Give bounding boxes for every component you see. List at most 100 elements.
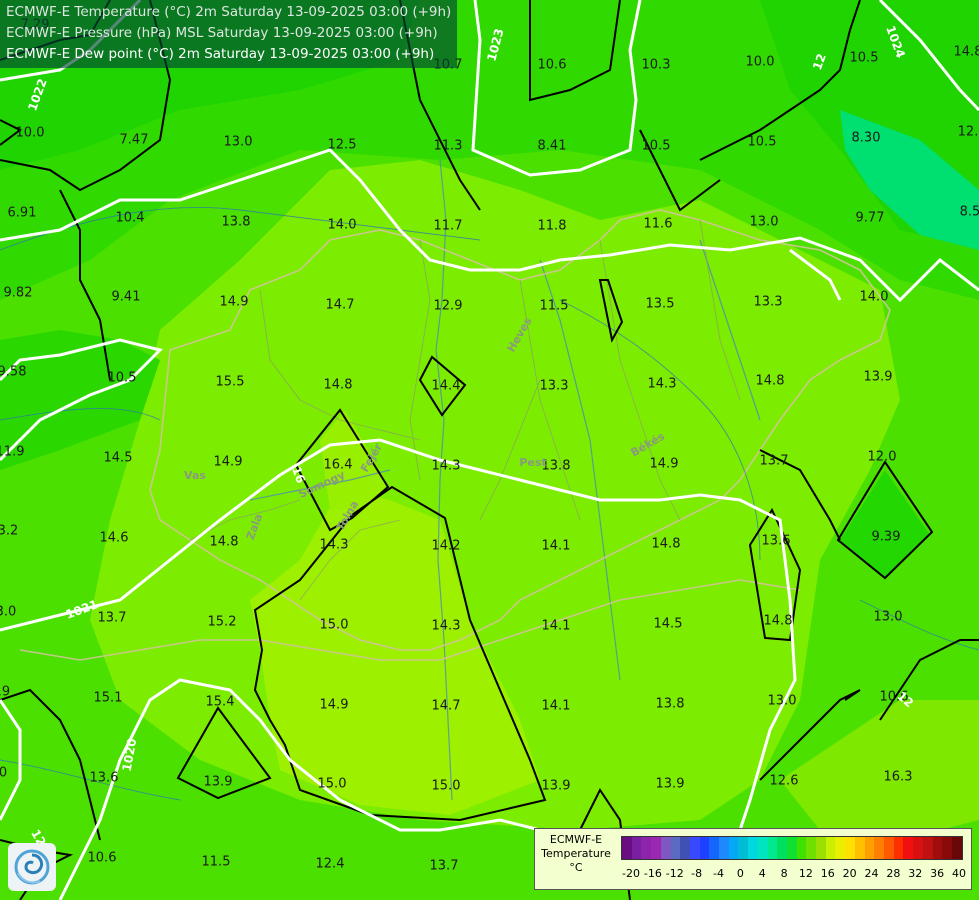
- temperature-value: 13.9: [204, 775, 233, 790]
- temperature-value: 8.30: [852, 131, 881, 146]
- temperature-value: 16.3: [884, 770, 913, 785]
- colorbar-tick-label: 40: [952, 867, 966, 880]
- map-canvas[interactable]: 7.2910.710.610.310.010.514.87.4713.012.5…: [0, 0, 979, 900]
- weather-map-view: 7.2910.710.610.310.010.514.87.4713.012.5…: [0, 0, 979, 900]
- temperature-value: 9.58: [0, 365, 26, 380]
- colorbar-tick-label: 16: [820, 867, 835, 880]
- colorbar-swatch: [806, 837, 817, 859]
- colorbar-swatch: [854, 837, 865, 859]
- temperature-value: 3.2: [0, 524, 18, 539]
- temperature-value: 11.5: [202, 855, 231, 870]
- temperature-value: 14.7: [326, 298, 355, 313]
- colorbar-swatch: [651, 837, 661, 859]
- temperature-value: 14.9: [214, 455, 243, 470]
- county-name: Pest: [519, 456, 546, 469]
- temperature-value: 14.5: [654, 617, 683, 632]
- temperature-value: 15.2: [208, 615, 237, 630]
- colorbar-swatch: [835, 837, 846, 859]
- temperature-value: 14.8: [954, 45, 979, 60]
- colorbar-swatch: [893, 837, 904, 859]
- colorbar-swatch: [913, 837, 923, 859]
- legend-pressure[interactable]: ECMWF-E Pressure (hPa) MSL Saturday 13-0…: [6, 23, 451, 44]
- temperature-value: 0: [0, 766, 7, 781]
- colorbar-swatch: [777, 837, 787, 859]
- temperature-value: 12.6: [770, 774, 799, 789]
- colorbar-swatch: [699, 837, 710, 859]
- temperature-value: 14.8: [756, 374, 785, 389]
- temperature-value: 15.4: [206, 695, 235, 710]
- temperature-value: 9.82: [4, 286, 33, 301]
- temperature-value: 8.41: [538, 139, 567, 154]
- temperature-value: 11.8: [538, 219, 567, 234]
- colorbar-tick-label: 20: [842, 867, 857, 880]
- temperature-value: 13.7: [98, 611, 127, 626]
- temperature-value: 13.7: [430, 859, 459, 874]
- colorbar-swatch: [786, 837, 797, 859]
- temperature-value: 14.3: [432, 619, 461, 634]
- colorbar-swatch: [709, 837, 720, 859]
- colorbar-swatch: [816, 837, 826, 859]
- colorbar-title-variable: Temperature: [541, 847, 611, 860]
- colorbar-tick-label: 4: [758, 867, 766, 880]
- colorbar-swatch: [738, 837, 749, 859]
- colorbar-swatch: [670, 837, 681, 859]
- temperature-value: 14.8: [324, 378, 353, 393]
- temperature-value: 12.5: [328, 138, 357, 153]
- temperature-value: 14.0: [860, 290, 889, 305]
- colorbar-swatch: [903, 837, 914, 859]
- temperature-value: 11.7: [434, 219, 463, 234]
- temperature-value: 10.0: [16, 126, 45, 141]
- temperature-value: 12.4: [316, 857, 345, 872]
- temperature-colorbar: ECMWF-E Temperature °C -20 -16 -12 -8 -4 0 4 8 1…: [534, 828, 972, 890]
- temperature-value: 13.3: [754, 295, 783, 310]
- colorbar-swatch: [825, 837, 836, 859]
- colorbar-tick-label: 36: [930, 867, 945, 880]
- temperature-value: 10.6: [88, 851, 117, 866]
- colorbar-tick-label: -4: [712, 867, 724, 880]
- colorbar-swatch: [796, 837, 807, 859]
- colorbar-title: ECMWF-E Temperature °C: [535, 833, 617, 875]
- colorbar-tick-label: 12: [798, 867, 813, 880]
- colorbar-swatch: [641, 837, 652, 859]
- temperature-value: 3.0: [0, 605, 16, 620]
- temperature-value: 11.5: [540, 299, 569, 314]
- temperature-value: 14.8: [652, 537, 681, 552]
- colorbar-tick-label: 24: [864, 867, 879, 880]
- logo: [8, 843, 56, 891]
- temperature-value: 10.6: [538, 58, 567, 73]
- temperature-value: 11.9: [0, 445, 24, 460]
- colorbar-swatch: [622, 837, 632, 859]
- legend-dewpoint[interactable]: ECMWF-E Dew point (°C) 2m Saturday 13-09…: [6, 44, 451, 65]
- temperature-value: 9.39: [872, 530, 901, 545]
- temperature-value: 13.0: [224, 135, 253, 150]
- colorbar-swatch: [767, 837, 778, 859]
- colorbar-swatch: [728, 837, 739, 859]
- temperature-value: 14.3: [320, 538, 349, 553]
- temperature-value: 15.1: [94, 691, 123, 706]
- colorbar-swatch: [660, 837, 671, 859]
- temperature-value: 14.8: [764, 614, 793, 629]
- temperature-value: 14.9: [320, 698, 349, 713]
- county-name: Vas: [184, 469, 206, 482]
- colorbar-swatch: [631, 837, 642, 859]
- colorbar-swatch: [942, 837, 952, 859]
- colorbar-tick-label: 28: [886, 867, 901, 880]
- colorbar-tick-label: 0: [736, 867, 744, 880]
- temperature-value: 9.41: [112, 290, 141, 305]
- colorbar-swatch: [864, 837, 875, 859]
- temperature-value: 15.0: [320, 618, 349, 633]
- colorbar-title-unit: °C: [569, 861, 583, 874]
- temperature-value: 14.1: [542, 619, 571, 634]
- temperature-value: 14.1: [542, 699, 571, 714]
- colorbar-tick-label: 32: [908, 867, 923, 880]
- legend-temperature[interactable]: ECMWF-E Temperature (°C) 2m Saturday 13-…: [6, 2, 451, 23]
- temperature-value: 10.5: [850, 51, 879, 66]
- temperature-value: 14.9: [220, 295, 249, 310]
- colorbar-swatch: [932, 837, 943, 859]
- colorbar-swatch: [689, 837, 700, 859]
- temperature-value: 13.8: [222, 215, 251, 230]
- temperature-value: 15.0: [432, 779, 461, 794]
- temperature-value: 14.8: [210, 535, 239, 550]
- temperature-value: 14.0: [328, 218, 357, 233]
- temperature-value: 14.1: [542, 539, 571, 554]
